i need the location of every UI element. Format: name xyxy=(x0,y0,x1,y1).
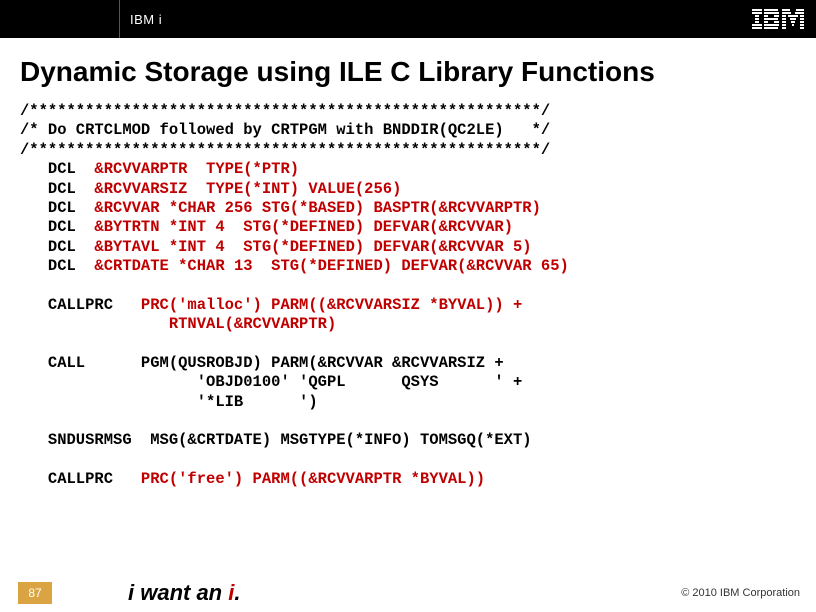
code-line: CALL PGM(QUSROBJD) PARM(&RCVVAR &RCVVARS… xyxy=(20,354,504,372)
header-left: IBM i xyxy=(0,0,162,38)
tagline-prefix: i want an xyxy=(128,580,228,605)
code-line: SNDUSRMSG MSG(&CRTDATE) MSGTYPE(*INFO) T… xyxy=(20,431,532,449)
code-line: DCL xyxy=(20,218,94,236)
tagline: i want an i. xyxy=(128,580,241,606)
code-line: DCL xyxy=(20,199,94,217)
slide-number: 87 xyxy=(18,582,52,604)
code-highlight: &BYTRTN *INT 4 STG(*DEFINED) DEFVAR(&RCV… xyxy=(94,218,513,236)
ibm-logo-icon xyxy=(752,9,804,29)
code-line: '*LIB ') xyxy=(20,393,318,411)
code-highlight: &RCVVAR *CHAR 256 STG(*BASED) BASPTR(&RC… xyxy=(94,199,540,217)
code-highlight: RTNVAL(&RCVVARPTR) xyxy=(20,315,336,333)
copyright: © 2010 IBM Corporation xyxy=(681,587,800,599)
code-highlight: &RCVVARPTR TYPE(*PTR) xyxy=(94,160,299,178)
code-line: DCL xyxy=(20,160,94,178)
code-line: /* Do CRTCLMOD followed by CRTPGM with B… xyxy=(20,121,550,139)
slide-title: Dynamic Storage using ILE C Library Func… xyxy=(0,38,816,102)
code-line: /***************************************… xyxy=(20,102,550,120)
header-spacer xyxy=(0,0,120,38)
code-highlight: PRC('malloc') PARM((&RCVVARSIZ *BYVAL)) … xyxy=(141,296,522,314)
code-line: DCL xyxy=(20,180,94,198)
code-highlight: &BYTAVL *INT 4 STG(*DEFINED) DEFVAR(&RCV… xyxy=(94,238,531,256)
code-highlight: PRC('free') PARM((&RCVVARPTR *BYVAL)) xyxy=(141,470,485,488)
code-line: 'OBJD0100' 'QGPL QSYS ' + xyxy=(20,373,522,391)
code-block: /***************************************… xyxy=(0,102,816,490)
code-line: CALLPRC xyxy=(20,470,141,488)
code-line: /***************************************… xyxy=(20,141,550,159)
code-highlight: &CRTDATE *CHAR 13 STG(*DEFINED) DEFVAR(&… xyxy=(94,257,568,275)
code-line: CALLPRC xyxy=(20,296,141,314)
footer-bar: 87 i want an i. © 2010 IBM Corporation xyxy=(0,574,816,612)
header-product: IBM i xyxy=(120,12,162,27)
header-bar: IBM i xyxy=(0,0,816,38)
code-line: DCL xyxy=(20,257,94,275)
code-line: DCL xyxy=(20,238,94,256)
tagline-suffix: . xyxy=(234,580,240,605)
code-highlight: &RCVVARSIZ TYPE(*INT) VALUE(256) xyxy=(94,180,401,198)
